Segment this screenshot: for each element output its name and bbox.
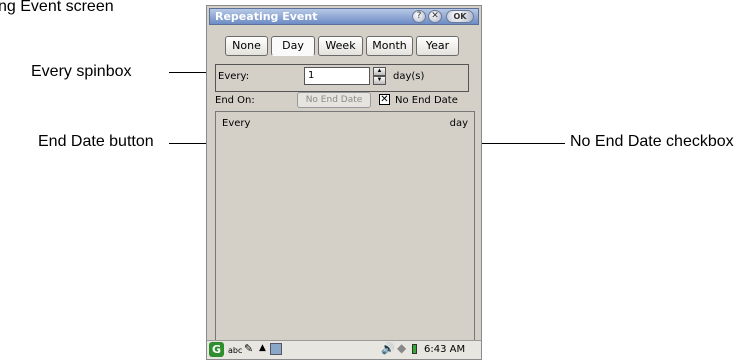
every-unit: day(s) (393, 71, 425, 82)
end-on-label: End On: (215, 95, 255, 106)
speaker-icon[interactable]: 🔊 (381, 342, 395, 355)
callout-end-date-button: End Date button (38, 133, 154, 150)
tab-week[interactable]: Week (318, 36, 363, 56)
tab-year[interactable]: Year (416, 36, 459, 56)
frequency-tabs: None Day Week Month Year (225, 36, 462, 56)
g-logo-icon[interactable]: G (209, 342, 224, 357)
summary-right-text: day (449, 118, 468, 129)
window-title: Repeating Event (215, 10, 318, 23)
tab-day[interactable]: Day (271, 36, 315, 56)
device-screen: Repeating Event ? ✕ OK None Day Week Mon… (206, 5, 482, 360)
spin-up-icon[interactable]: ▲ (373, 67, 386, 76)
end-date-button[interactable]: No End Date (297, 92, 371, 108)
keyboard-icon[interactable] (270, 343, 282, 355)
status-bar: G abc ✎ ▲ 🔊 ◆ 6:43 AM (207, 340, 481, 359)
close-button[interactable]: ✕ (428, 10, 442, 23)
clock-time[interactable]: 6:43 AM (424, 344, 465, 355)
caption-text: ng Event screen (0, 0, 114, 15)
tab-none[interactable]: None (225, 36, 268, 56)
every-label: Every: (218, 71, 250, 82)
callout-every-spinbox: Every spinbox (31, 63, 132, 80)
no-end-date-checkbox[interactable]: ✕ (379, 94, 390, 105)
spin-down-icon[interactable]: ▼ (373, 76, 386, 85)
summary-panel: Every day (215, 111, 475, 341)
input-mode-label[interactable]: abc (228, 346, 242, 355)
diamond-icon[interactable]: ◆ (397, 341, 406, 355)
battery-icon[interactable] (412, 344, 417, 354)
summary-left-text: Every (222, 118, 251, 129)
every-spinbox-input[interactable]: 1 (304, 67, 370, 85)
tab-month[interactable]: Month (366, 36, 413, 56)
every-spinbox-arrows[interactable]: ▲ ▼ (373, 67, 386, 85)
arrow-up-icon[interactable]: ▲ (259, 343, 266, 353)
callout-no-end-date-checkbox: No End Date checkbox (570, 133, 734, 150)
title-bar: Repeating Event ? ✕ OK (209, 8, 479, 25)
help-button[interactable]: ? (412, 10, 426, 23)
no-end-date-label: No End Date (395, 95, 458, 106)
ok-button[interactable]: OK (446, 10, 474, 23)
pen-icon[interactable]: ✎ (244, 342, 253, 355)
